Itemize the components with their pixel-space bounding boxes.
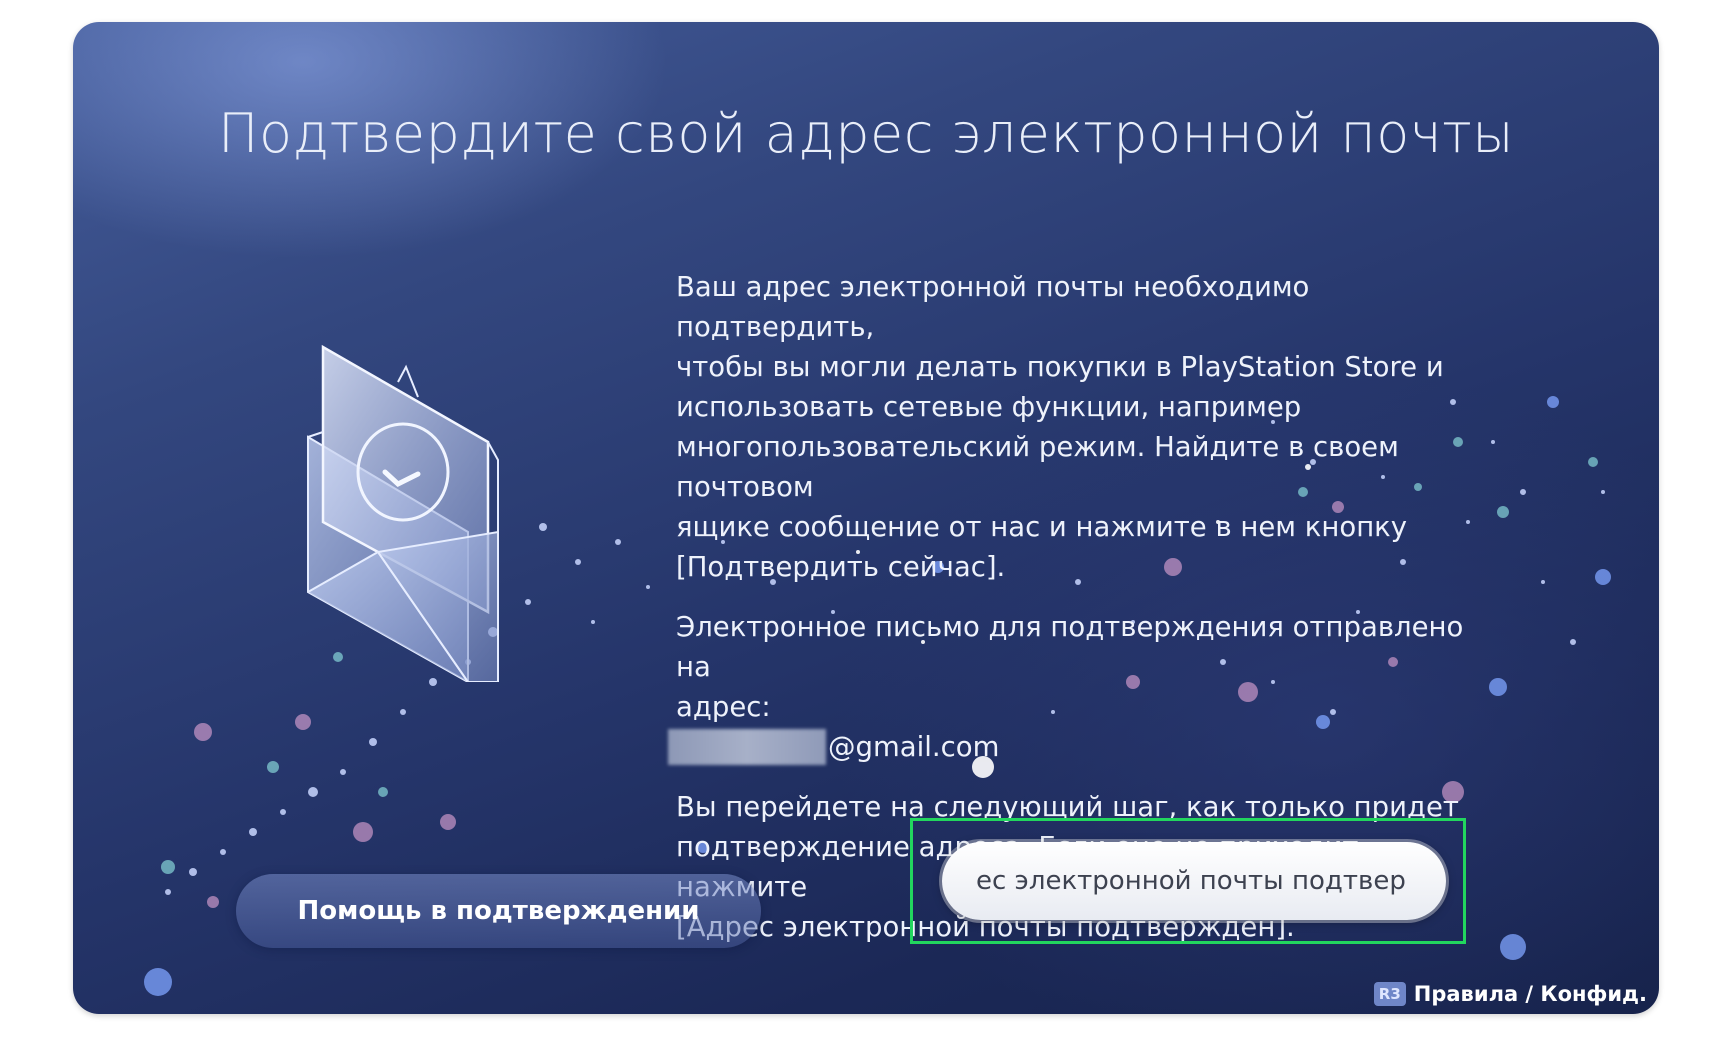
- help-verification-label: Помощь в подтверждении: [297, 896, 700, 926]
- text-line: использовать сетевые функции, например: [676, 391, 1302, 423]
- text-line: Ваш адрес электронной почты необходимо п…: [676, 271, 1310, 343]
- redacted-email-user: [668, 729, 826, 765]
- email-confirmed-label: ес электронной почты подтвер: [976, 866, 1406, 896]
- text-line: ящике сообщение от нас и нажмите в нем к…: [676, 511, 1408, 543]
- help-verification-button[interactable]: Помощь в подтверждении: [236, 874, 761, 948]
- text-line: многопользовательский режим. Найдите в с…: [676, 431, 1399, 503]
- footer-terms-label: Правила / Конфид.: [1413, 982, 1647, 1006]
- email-domain: @gmail.com: [828, 731, 1000, 763]
- email-confirmed-button[interactable]: ес электронной почты подтвер: [942, 842, 1446, 920]
- text-line: [Подтвердить сейчас].: [676, 551, 1006, 583]
- footer-terms-link[interactable]: R3 Правила / Конфид.: [1373, 982, 1647, 1006]
- paragraph-sent-to: Электронное письмо для подтверждения отп…: [668, 607, 1506, 767]
- page-title: Подтвердите свой адрес электронной почты: [217, 102, 1515, 165]
- r3-button-icon: R3: [1373, 982, 1406, 1006]
- text-line: адрес:: [676, 691, 771, 723]
- envelope-check-icon: [307, 344, 499, 682]
- text-line: чтобы вы могли делать покупки в PlayStat…: [676, 351, 1444, 383]
- email-address: @gmail.com: [668, 727, 1506, 767]
- paragraph-instructions: Ваш адрес электронной почты необходимо п…: [676, 267, 1506, 587]
- text-line: Электронное письмо для подтверждения отп…: [676, 611, 1464, 683]
